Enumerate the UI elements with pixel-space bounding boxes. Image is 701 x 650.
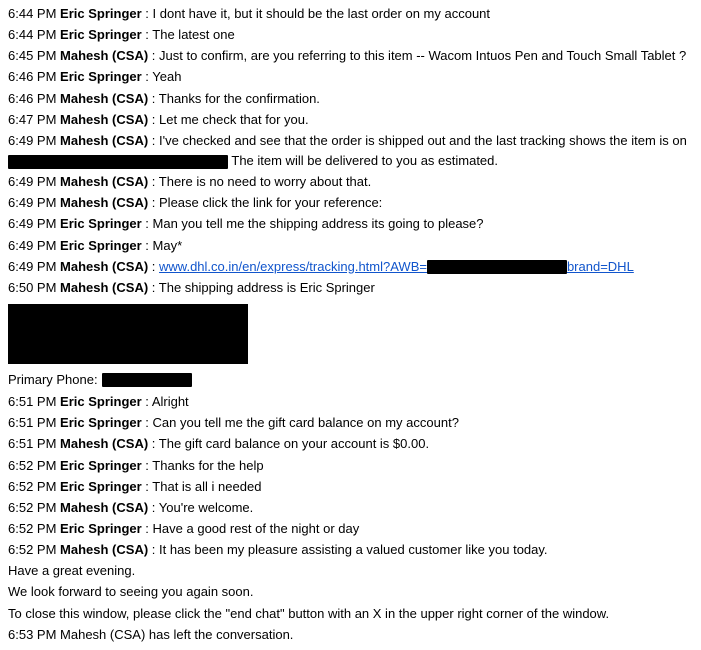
chat-container: 6:44 PM Eric Springer : I dont have it, … <box>8 4 693 645</box>
speaker: Eric Springer : <box>60 6 152 21</box>
timestamp: 6:50 PM <box>8 280 56 295</box>
message-text: Let me check that for you. <box>159 112 309 127</box>
timestamp: 6:49 PM <box>8 238 56 253</box>
message-text: Can you tell me the gift card balance on… <box>153 415 459 430</box>
speaker: Mahesh (CSA) : <box>60 280 159 295</box>
left-text: 6:53 PM Mahesh (CSA) has left the conver… <box>8 627 293 642</box>
message-text: Alright <box>152 394 189 409</box>
message-text: Have a good rest of the night or day <box>153 521 360 536</box>
message-text: Have a great evening. <box>8 563 135 578</box>
chat-left-line: 6:53 PM Mahesh (CSA) has left the conver… <box>8 625 693 645</box>
chat-line: 6:49 PM Mahesh (CSA) : www.dhl.co.in/en/… <box>8 257 693 277</box>
timestamp: 6:49 PM <box>8 216 56 231</box>
timestamp: 6:45 PM <box>8 48 56 63</box>
phone-label: Primary Phone: <box>8 370 98 390</box>
chat-line: 6:47 PM Mahesh (CSA) : Let me check that… <box>8 110 693 130</box>
timestamp: 6:47 PM <box>8 112 56 127</box>
chat-line: 6:52 PM Eric Springer : Have a good rest… <box>8 519 693 539</box>
chat-line: 6:52 PM Eric Springer : Thanks for the h… <box>8 456 693 476</box>
speaker: Eric Springer : <box>60 69 152 84</box>
message-text: You're welcome. <box>159 500 254 515</box>
message-text: Thanks for the help <box>152 458 263 473</box>
speaker: Mahesh (CSA) : <box>60 259 159 274</box>
timestamp: 6:52 PM <box>8 458 56 473</box>
redacted-address-block <box>8 304 248 364</box>
chat-line: 6:49 PM Eric Springer : May* <box>8 236 693 256</box>
speaker: Mahesh (CSA) : <box>60 195 159 210</box>
chat-line: 6:46 PM Eric Springer : Yeah <box>8 67 693 87</box>
timestamp: 6:51 PM <box>8 394 56 409</box>
phone-line: Primary Phone: <box>8 370 693 390</box>
message-text: Please click the link for your reference… <box>159 195 382 210</box>
chat-line: Have a great evening. <box>8 561 693 581</box>
closing-note: To close this window, please click the "… <box>8 604 693 624</box>
chat-line: 6:44 PM Eric Springer : The latest one <box>8 25 693 45</box>
timestamp: 6:46 PM <box>8 69 56 84</box>
timestamp: 6:44 PM <box>8 27 56 42</box>
timestamp: 6:49 PM <box>8 174 56 189</box>
speaker: Eric Springer : <box>60 394 152 409</box>
message-text: Yeah <box>152 69 181 84</box>
speaker: Eric Springer : <box>60 27 152 42</box>
speaker: Eric Springer : <box>60 479 152 494</box>
message-text: We look forward to seeing you again soon… <box>8 584 253 599</box>
speaker: Mahesh (CSA) : <box>60 48 159 63</box>
speaker: Mahesh (CSA) : <box>60 542 159 557</box>
timestamp: 6:52 PM <box>8 521 56 536</box>
timestamp: 6:52 PM <box>8 479 56 494</box>
message-text: Just to confirm, are you referring to th… <box>159 48 686 63</box>
message-text: Thanks for the confirmation. <box>159 91 320 106</box>
timestamp: 6:49 PM <box>8 259 56 274</box>
chat-line: 6:52 PM Mahesh (CSA) : It has been my pl… <box>8 540 693 560</box>
chat-line: 6:51 PM Eric Springer : Can you tell me … <box>8 413 693 433</box>
speaker: Mahesh (CSA) : <box>60 91 159 106</box>
chat-line: 6:51 PM Eric Springer : Alright <box>8 392 693 412</box>
timestamp: 6:51 PM <box>8 415 56 430</box>
message-text: Man you tell me the shipping address its… <box>153 216 484 231</box>
chat-line: 6:52 PM Mahesh (CSA) : You're welcome. <box>8 498 693 518</box>
message-text: The gift card balance on your account is… <box>159 436 429 451</box>
chat-line: 6:51 PM Mahesh (CSA) : The gift card bal… <box>8 434 693 454</box>
message-text: It has been my pleasure assisting a valu… <box>159 542 548 557</box>
timestamp: 6:52 PM <box>8 542 56 557</box>
speaker: Eric Springer : <box>60 458 152 473</box>
speaker: Mahesh (CSA) : <box>60 436 159 451</box>
message-text: There is no need to worry about that. <box>159 174 371 189</box>
speaker: Eric Springer : <box>60 238 152 253</box>
speaker: Eric Springer : <box>60 415 152 430</box>
message-text: That is all i needed <box>152 479 261 494</box>
speaker: Eric Springer : <box>60 521 152 536</box>
dhl-link-brand[interactable]: brand=DHL <box>567 259 634 274</box>
message-text: May* <box>153 238 183 253</box>
speaker: Mahesh (CSA) : <box>60 133 159 148</box>
message-text: I dont have it, but it should be the las… <box>153 6 490 21</box>
speaker: Mahesh (CSA) : <box>60 112 159 127</box>
redacted-awb <box>427 260 567 274</box>
dhl-link[interactable]: www.dhl.co.in/en/express/tracking.html?A… <box>159 259 427 274</box>
message-text: The latest one <box>152 27 234 42</box>
redacted-info <box>8 155 228 169</box>
redacted-phone <box>102 373 192 387</box>
timestamp: 6:49 PM <box>8 133 56 148</box>
timestamp: 6:49 PM <box>8 195 56 210</box>
chat-line: 6:50 PM Mahesh (CSA) : The shipping addr… <box>8 278 693 298</box>
chat-line: We look forward to seeing you again soon… <box>8 582 693 602</box>
closing-text: To close this window, please click the "… <box>8 606 609 621</box>
chat-line: 6:49 PM Eric Springer : Man you tell me … <box>8 214 693 234</box>
chat-line: 6:49 PM Mahesh (CSA) : I've checked and … <box>8 131 693 171</box>
timestamp: 6:44 PM <box>8 6 56 21</box>
speaker: Mahesh (CSA) : <box>60 500 159 515</box>
chat-line: 6:45 PM Mahesh (CSA) : Just to confirm, … <box>8 46 693 66</box>
message-text: The shipping address is Eric Springer <box>159 280 375 295</box>
speaker: Mahesh (CSA) : <box>60 174 159 189</box>
chat-line: 6:49 PM Mahesh (CSA) : Please click the … <box>8 193 693 213</box>
chat-line: 6:52 PM Eric Springer : That is all i ne… <box>8 477 693 497</box>
speaker: Eric Springer : <box>60 216 152 231</box>
timestamp: 6:46 PM <box>8 91 56 106</box>
timestamp: 6:52 PM <box>8 500 56 515</box>
chat-line: 6:49 PM Mahesh (CSA) : There is no need … <box>8 172 693 192</box>
chat-line: 6:46 PM Mahesh (CSA) : Thanks for the co… <box>8 89 693 109</box>
timestamp: 6:51 PM <box>8 436 56 451</box>
chat-line: 6:44 PM Eric Springer : I dont have it, … <box>8 4 693 24</box>
